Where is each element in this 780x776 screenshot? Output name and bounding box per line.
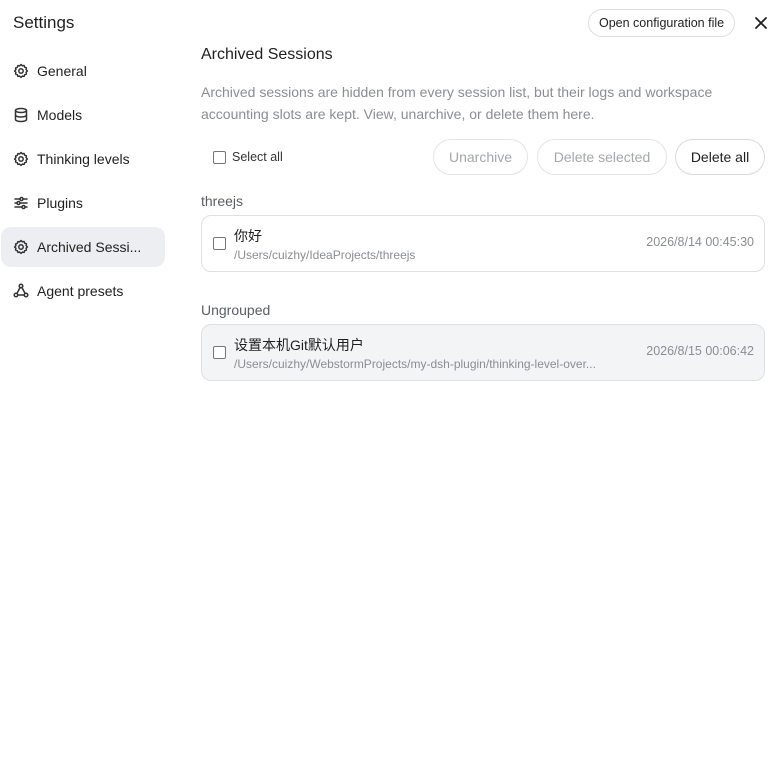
- select-all-checkbox[interactable]: Select all: [213, 150, 283, 164]
- sidebar-item-label: Agent presets: [37, 283, 124, 299]
- session-toolbar: Select all Unarchive Delete selected Del…: [201, 139, 765, 175]
- sidebar-item-archived-sessions[interactable]: Archived Sessi...: [1, 227, 165, 267]
- sidebar-item-label: Plugins: [37, 195, 83, 211]
- sliders-icon: [13, 195, 29, 211]
- sidebar-title: Settings: [13, 13, 75, 32]
- sidebar-item-plugins[interactable]: Plugins: [1, 183, 165, 223]
- session-timestamp: 2026/8/14 00:45:30: [646, 235, 754, 249]
- sidebar-item-label: Thinking levels: [37, 151, 130, 167]
- gear-icon: [13, 239, 29, 255]
- close-button[interactable]: [752, 14, 770, 32]
- sidebar-nav: General Models Thinking levels Plugins A…: [1, 51, 165, 315]
- sidebar-item-label: General: [37, 63, 87, 79]
- session-checkbox[interactable]: [213, 237, 226, 250]
- session-path: /Users/cuizhy/IdeaProjects/threejs: [234, 248, 416, 262]
- session-title: 你好: [234, 228, 262, 244]
- session-row[interactable]: 设置本机Git默认用户 /Users/cuizhy/WebstormProjec…: [201, 324, 765, 381]
- session-title: 设置本机Git默认用户: [234, 337, 364, 353]
- group-label: threejs: [201, 193, 244, 209]
- settings-window: Settings General Models Thinking levels: [0, 0, 780, 776]
- checkbox[interactable]: [213, 150, 226, 164]
- delete-selected-button[interactable]: Delete selected: [537, 139, 667, 175]
- sidebar-item-agent-presets[interactable]: Agent presets: [1, 271, 165, 311]
- sidebar-item-label: Models: [37, 107, 83, 123]
- sidebar: Settings General Models Thinking levels: [0, 0, 170, 776]
- gear-icon: [13, 63, 29, 79]
- delete-all-button[interactable]: Delete all: [675, 139, 765, 175]
- session-timestamp: 2026/8/15 00:06:42: [646, 344, 754, 358]
- close-icon: [755, 17, 767, 29]
- sidebar-item-label: Archived Sessi...: [37, 239, 142, 255]
- database-icon: [13, 107, 29, 123]
- page-description: Archived sessions are hidden from every …: [201, 84, 713, 122]
- open-configuration-file-button[interactable]: Open configuration file: [588, 9, 736, 37]
- session-checkbox[interactable]: [213, 346, 226, 359]
- group-label: Ungrouped: [201, 302, 271, 318]
- network-icon: [13, 283, 29, 299]
- select-all-label: Select all: [232, 150, 283, 164]
- session-row[interactable]: 你好 /Users/cuizhy/IdeaProjects/threejs 20…: [201, 215, 765, 272]
- sidebar-item-models[interactable]: Models: [1, 95, 165, 135]
- sidebar-item-general[interactable]: General: [1, 51, 165, 91]
- gear-icon: [13, 151, 29, 167]
- page-title: Archived Sessions: [201, 46, 333, 63]
- session-path: /Users/cuizhy/WebstormProjects/my-dsh-pl…: [234, 357, 596, 371]
- sidebar-item-thinking-levels[interactable]: Thinking levels: [1, 139, 165, 179]
- unarchive-button[interactable]: Unarchive: [433, 139, 528, 175]
